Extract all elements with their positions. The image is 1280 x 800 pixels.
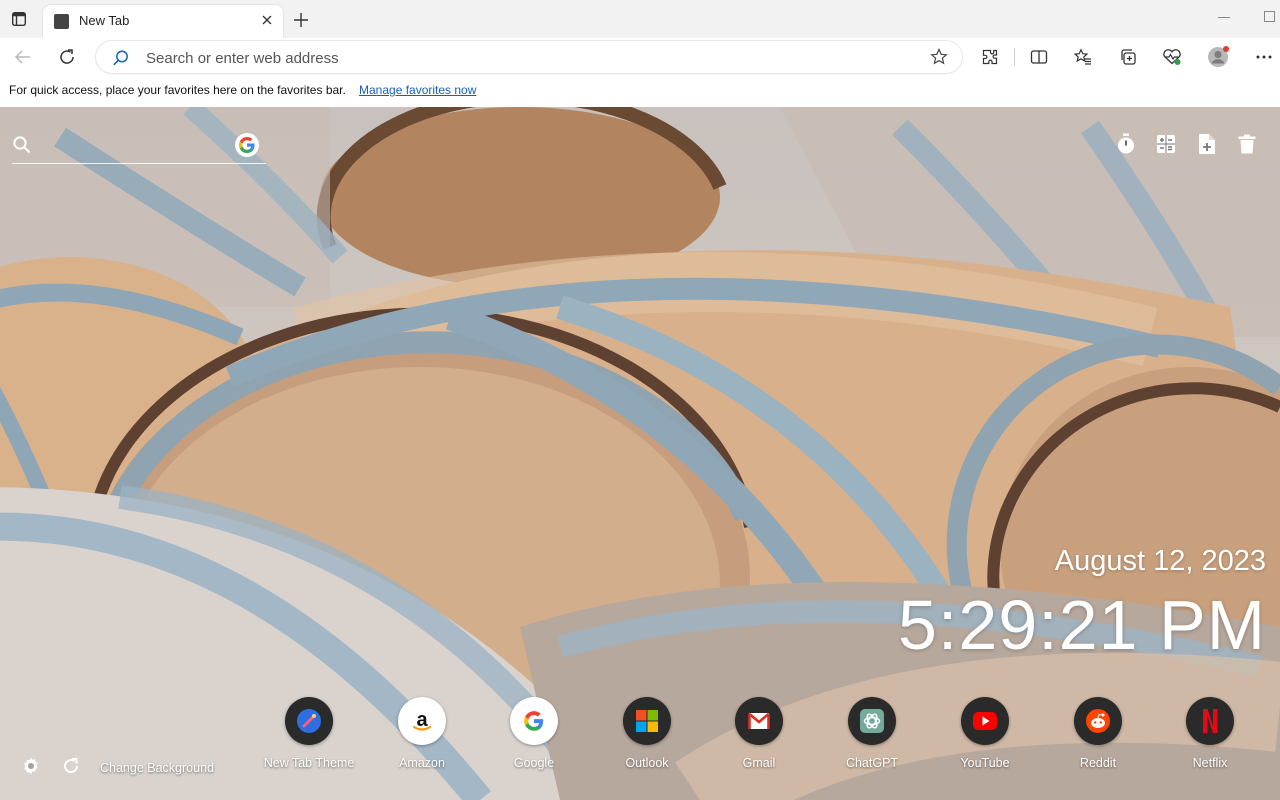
date-display: August 12, 2023 — [1054, 545, 1266, 577]
shortcut-label: Netflix — [1192, 756, 1228, 770]
shortcut-reddit[interactable]: Reddit — [1050, 697, 1146, 777]
tab-favicon-icon — [54, 14, 69, 29]
reload-icon[interactable] — [60, 755, 82, 777]
split-screen-icon[interactable] — [1028, 46, 1050, 68]
reddit-icon — [1074, 697, 1122, 745]
shortcut-label: Outlook — [625, 756, 669, 770]
search-icon — [113, 50, 128, 66]
address-input[interactable] — [144, 47, 908, 69]
shortcut-label: Reddit — [1079, 756, 1117, 770]
calculator-icon[interactable] — [1155, 133, 1177, 155]
amazon-icon: a — [398, 697, 446, 745]
shortcut-chatgpt[interactable]: ChatGPT — [824, 697, 920, 777]
manage-favorites-link[interactable]: Manage favorites now — [359, 83, 476, 97]
tab-strip: New Tab — [0, 0, 1280, 38]
favorites-icon[interactable] — [1072, 46, 1094, 68]
shortcut-google[interactable]: Google — [486, 697, 582, 777]
new-tab-theme-icon — [285, 697, 333, 745]
google-icon — [510, 697, 558, 745]
youtube-icon — [961, 697, 1009, 745]
shortcut-label: New Tab Theme — [263, 756, 355, 770]
tab-close-icon[interactable] — [259, 12, 275, 28]
favorites-bar-message: For quick access, place your favorites h… — [9, 83, 346, 97]
netflix-icon — [1186, 697, 1234, 745]
maximize-icon[interactable] — [1264, 11, 1275, 22]
more-icon[interactable] — [1253, 46, 1275, 68]
clock-display: 5:29:21 PM — [898, 586, 1266, 664]
new-tab-search[interactable] — [12, 131, 266, 164]
shortcut-label: Gmail — [742, 756, 776, 770]
new-tab-page: August 12, 2023 5:29:21 PM New Tab Theme… — [0, 107, 1280, 800]
timer-icon[interactable] — [1115, 133, 1137, 155]
shortcut-label: Amazon — [399, 756, 445, 770]
change-background-button[interactable]: Change Background — [100, 761, 214, 775]
microsoft-icon — [623, 697, 671, 745]
new-tab-search-input[interactable] — [42, 135, 236, 159]
shortcut-youtube[interactable]: YouTube — [937, 697, 1033, 777]
shortcut-amazon[interactable]: a Amazon — [374, 697, 470, 777]
minimize-icon[interactable] — [1218, 17, 1230, 18]
settings-gear-icon[interactable] — [20, 755, 42, 777]
shortcut-netflix[interactable]: Netflix — [1162, 697, 1258, 777]
trash-icon[interactable] — [1236, 133, 1258, 155]
toolbar — [0, 38, 1280, 76]
tab-new-tab[interactable]: New Tab — [43, 5, 283, 38]
collections-icon[interactable] — [1117, 46, 1139, 68]
shortcut-gmail[interactable]: Gmail — [711, 697, 807, 777]
gmail-icon — [735, 697, 783, 745]
performance-icon[interactable] — [1161, 46, 1183, 68]
back-arrow-icon[interactable] — [12, 46, 34, 68]
shortcut-new-tab-theme[interactable]: New Tab Theme — [261, 697, 357, 777]
new-tab-plus-icon[interactable] — [290, 9, 312, 31]
shortcut-label: ChatGPT — [845, 756, 899, 770]
address-bar[interactable] — [96, 41, 962, 73]
shortcut-label: YouTube — [960, 756, 1010, 770]
add-note-icon[interactable] — [1196, 133, 1218, 155]
extensions-icon[interactable] — [979, 46, 1001, 68]
shortcut-label: Google — [513, 756, 555, 770]
tab-title: New Tab — [79, 13, 130, 28]
search-icon — [13, 136, 31, 154]
chatgpt-icon — [848, 697, 896, 745]
toolbar-separator — [1014, 48, 1015, 66]
shortcut-outlook[interactable]: Outlook — [599, 697, 695, 777]
google-icon[interactable] — [235, 133, 259, 157]
tab-actions-icon[interactable] — [11, 11, 27, 27]
star-icon[interactable] — [930, 48, 948, 66]
favorites-bar: For quick access, place your favorites h… — [0, 76, 1280, 108]
profile-icon[interactable] — [1207, 46, 1229, 68]
refresh-icon[interactable] — [56, 46, 78, 68]
